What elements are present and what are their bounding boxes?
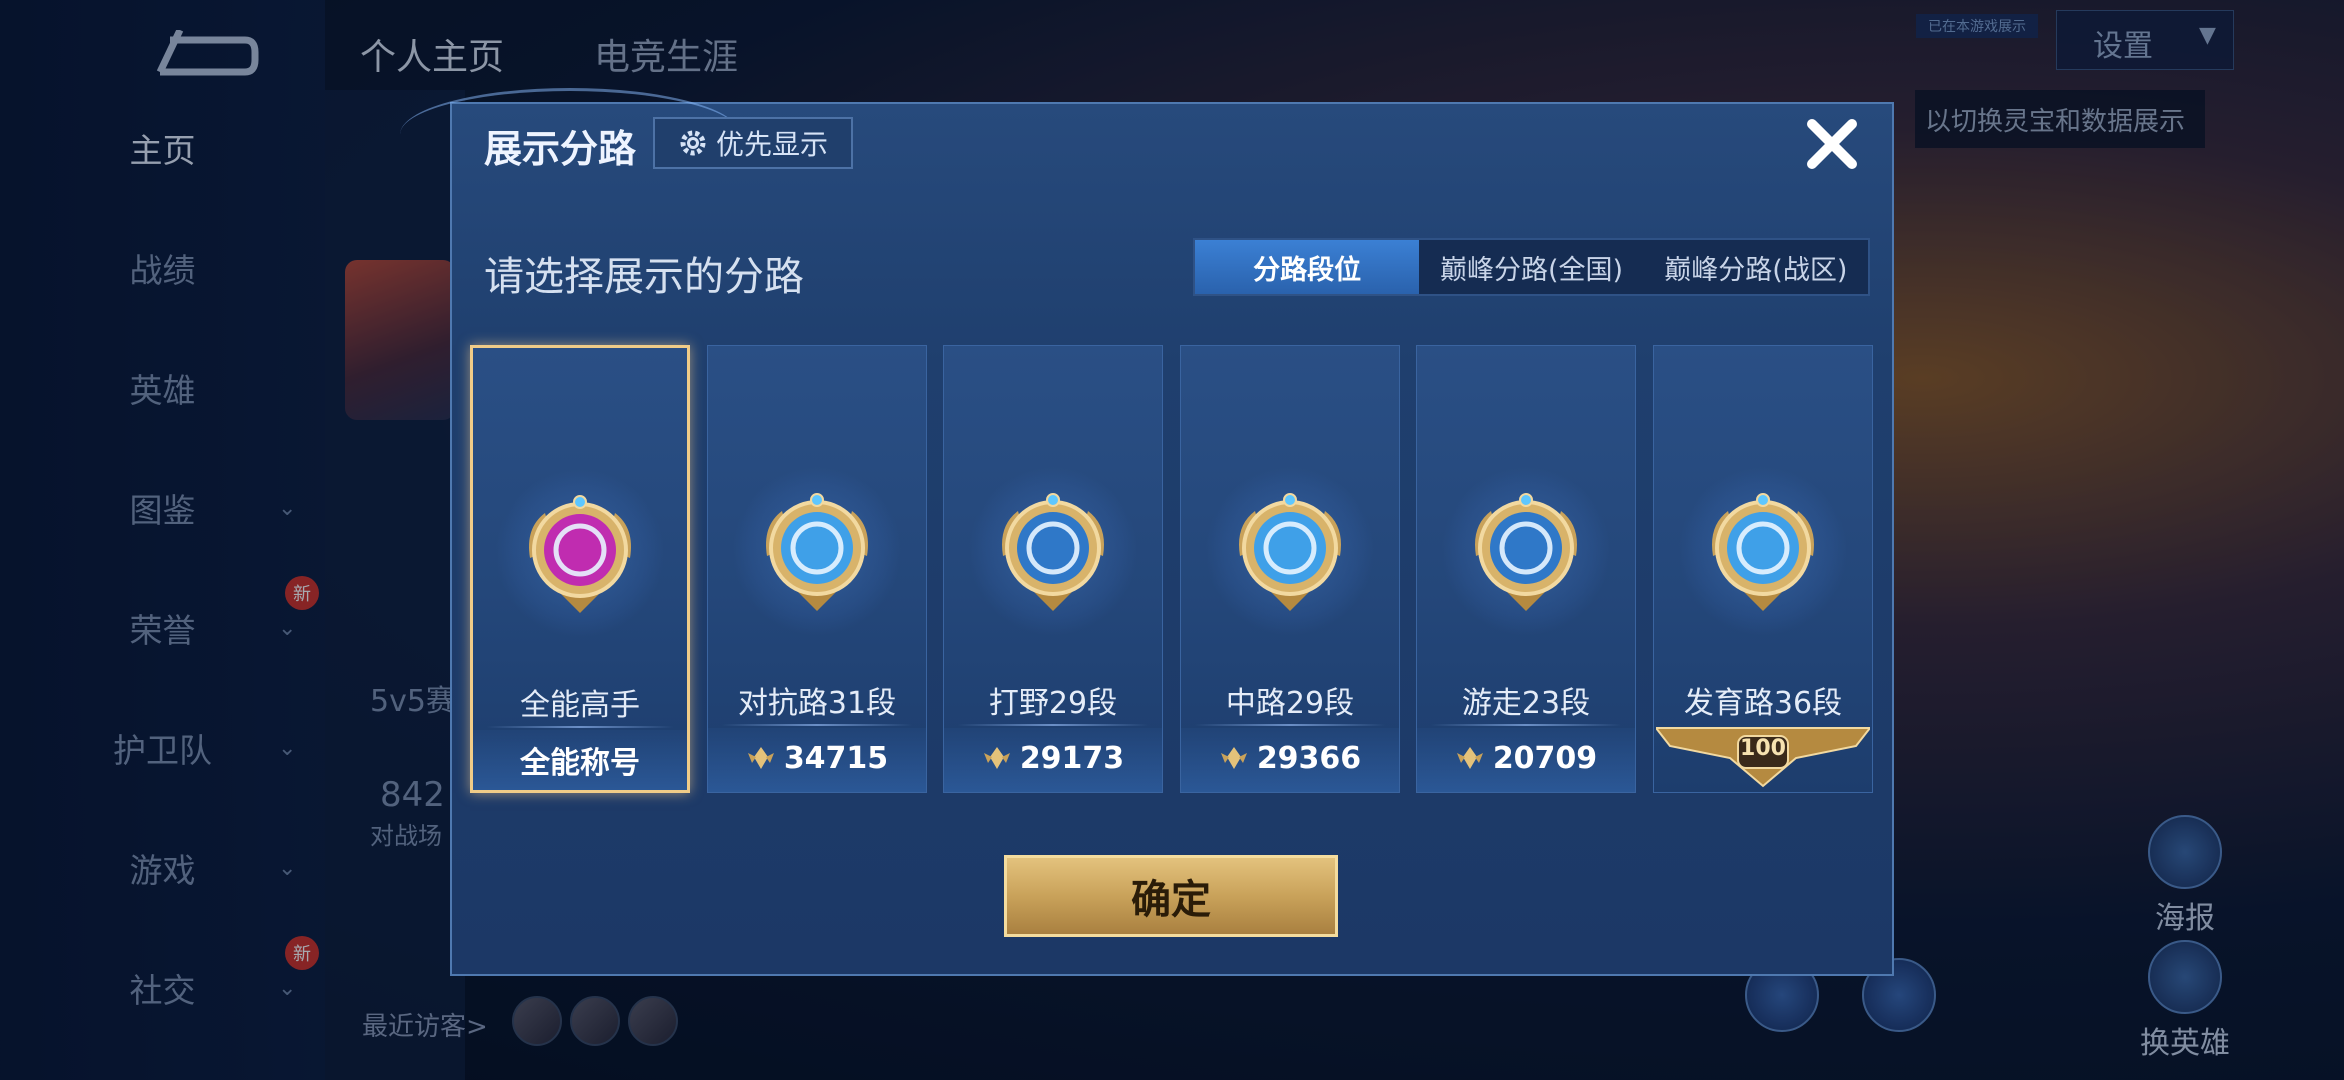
- dialog-subtitle: 请选择展示的分路: [484, 254, 804, 300]
- confirm-button[interactable]: 确定: [1004, 855, 1338, 937]
- route-card[interactable]: 游走23段 20709: [1416, 345, 1636, 793]
- priority-display-button[interactable]: 优先显示: [653, 117, 853, 169]
- route-rank-label: 对抗路31段: [737, 686, 897, 721]
- route-score: 34715: [708, 738, 926, 778]
- tab-label: 分路段位: [1253, 254, 1362, 286]
- score-wing-icon: [983, 747, 1010, 769]
- route-score: 20709: [1417, 738, 1635, 778]
- card-divider: [722, 724, 912, 726]
- confirm-label: 确定: [1131, 877, 1211, 923]
- value-text: 29173: [1019, 740, 1125, 776]
- value-text: 29366: [1256, 740, 1362, 776]
- level-value: 100: [1740, 736, 1786, 761]
- close-button[interactable]: [1800, 112, 1864, 176]
- route-rank-label: 打野29段: [988, 686, 1118, 721]
- card-divider: [1195, 724, 1385, 726]
- tab-label: 巅峰分路(全国): [1439, 254, 1624, 286]
- rank-badge-icon: [1205, 466, 1375, 636]
- rank-badge-icon: [968, 466, 1138, 636]
- route-rank-label: 发育路36段: [1683, 686, 1843, 721]
- route-cards: 全能高手 全能称号 对抗路31段 34715 打野29段 29173 中路29段 29366 游…: [470, 345, 1874, 795]
- route-title: 全能称号: [473, 740, 687, 781]
- close-icon: [1807, 119, 1857, 169]
- score-wing-icon: [1220, 747, 1247, 769]
- value-text: 20709: [1492, 740, 1598, 776]
- route-score: 29173: [944, 738, 1162, 778]
- rank-badge-icon: [1441, 466, 1611, 636]
- value-text: 34715: [783, 740, 889, 776]
- priority-label: 优先显示: [715, 128, 828, 161]
- card-divider: [487, 726, 673, 728]
- route-card[interactable]: 对抗路31段 34715: [707, 345, 927, 793]
- value-text: 全能称号: [520, 746, 640, 781]
- rank-badge-icon: [1678, 466, 1848, 636]
- tab-label: 巅峰分路(战区): [1664, 254, 1848, 286]
- route-card[interactable]: 发育路36段 100: [1653, 345, 1873, 793]
- dialog-title: 展示分路: [484, 127, 637, 171]
- route-score: 29366: [1181, 738, 1399, 778]
- tab-peak-region[interactable]: 巅峰分路(战区): [1644, 240, 1868, 294]
- tab-peak-national[interactable]: 巅峰分路(全国): [1419, 240, 1643, 294]
- rank-badge-icon: [732, 466, 902, 636]
- route-card[interactable]: 打野29段 29173: [943, 345, 1163, 793]
- card-divider: [958, 724, 1148, 726]
- route-rank-label: 中路29段: [1225, 686, 1355, 721]
- score-wing-icon: [747, 747, 774, 769]
- route-card[interactable]: 全能高手 全能称号: [470, 345, 690, 793]
- tab-route-rank[interactable]: 分路段位: [1195, 240, 1420, 294]
- route-tabs: 分路段位 巅峰分路(全国) 巅峰分路(战区): [1193, 238, 1870, 296]
- score-wing-icon: [1456, 747, 1483, 769]
- gear-icon: [680, 130, 706, 156]
- card-divider: [1431, 724, 1621, 726]
- route-card[interactable]: 中路29段 29366: [1180, 345, 1400, 793]
- route-rank-label: 全能高手: [520, 688, 640, 723]
- route-rank-label: 游走23段: [1461, 686, 1591, 721]
- rank-badge-icon: [495, 468, 665, 638]
